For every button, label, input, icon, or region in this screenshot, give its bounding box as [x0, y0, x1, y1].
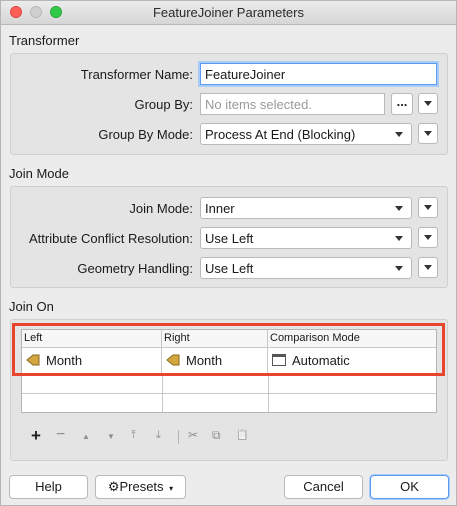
copy-icon[interactable]: ⧉	[212, 428, 221, 443]
transformer-name-label: Transformer Name:	[80, 67, 193, 82]
group-by-browse-button[interactable]: ...	[391, 93, 413, 115]
cancel-button[interactable]: Cancel	[284, 475, 363, 499]
group-by-mode-value: Process At End (Blocking)	[205, 127, 356, 142]
column-divider	[162, 374, 163, 412]
group-by-menu-button[interactable]	[418, 93, 438, 114]
geometry-handling-value: Use Left	[205, 261, 254, 276]
attribute-conflict-value: Use Left	[205, 231, 254, 246]
presets-button[interactable]: ⚙Presets ▾	[95, 475, 186, 499]
geometry-handling-label: Geometry Handling:	[77, 261, 193, 276]
chevron-down-icon	[395, 266, 403, 271]
attribute-conflict-label: Attribute Conflict Resolution:	[28, 231, 193, 246]
join-mode-section-title: Join Mode	[9, 166, 69, 181]
toolbar-separator	[178, 430, 179, 444]
presets-label: Presets	[119, 479, 164, 494]
title-bar: FeatureJoiner Parameters	[1, 1, 456, 25]
chevron-down-icon	[424, 265, 432, 270]
move-to-top-icon[interactable]: ⤒	[131, 429, 136, 442]
group-by-label: Group By:	[134, 97, 193, 112]
transformer-name-input[interactable]: FeatureJoiner	[200, 63, 437, 85]
group-by-mode-label: Group By Mode:	[98, 127, 193, 142]
highlight-box	[12, 323, 445, 376]
join-mode-label: Join Mode:	[129, 201, 193, 216]
group-by-mode-select[interactable]: Process At End (Blocking)	[200, 123, 412, 145]
group-by-input[interactable]: No items selected.	[200, 93, 385, 115]
cut-icon[interactable]: ✂	[188, 428, 198, 442]
add-row-icon[interactable]: +	[31, 426, 41, 446]
chevron-down-icon	[395, 206, 403, 211]
join-mode-menu-button[interactable]	[418, 197, 438, 218]
paste-icon[interactable]: 📋	[236, 430, 248, 441]
move-down-icon[interactable]: ▼	[107, 432, 115, 441]
help-button[interactable]: Help	[9, 475, 88, 499]
join-on-section-title: Join On	[9, 299, 54, 314]
ok-button[interactable]: OK	[370, 475, 449, 499]
attribute-conflict-menu-button[interactable]	[418, 227, 438, 248]
empty-table-row[interactable]	[22, 374, 436, 394]
move-up-icon[interactable]: ▲	[82, 432, 90, 441]
chevron-down-icon	[395, 236, 403, 241]
window-title: FeatureJoiner Parameters	[152, 5, 304, 20]
group-by-mode-menu-button[interactable]	[418, 123, 438, 144]
chevron-down-icon	[395, 132, 403, 137]
geometry-handling-menu-button[interactable]	[418, 257, 438, 278]
move-to-bottom-icon[interactable]: ⤓	[156, 429, 161, 442]
empty-table-row[interactable]	[22, 394, 436, 414]
chevron-down-icon	[424, 205, 432, 210]
gear-icon: ⚙	[107, 479, 120, 494]
remove-row-icon[interactable]: −	[56, 426, 65, 444]
chevron-down-icon	[424, 235, 432, 240]
chevron-down-icon: ▾	[169, 484, 174, 493]
feature-joiner-dialog: FeatureJoiner Parameters Transformer Tra…	[0, 0, 457, 506]
attribute-conflict-select[interactable]: Use Left	[200, 227, 412, 249]
geometry-handling-select[interactable]: Use Left	[200, 257, 412, 279]
chevron-down-icon	[424, 101, 432, 106]
column-divider	[268, 374, 269, 412]
transformer-section-title: Transformer	[9, 33, 80, 48]
join-mode-value: Inner	[205, 201, 235, 216]
join-mode-select[interactable]: Inner	[200, 197, 412, 219]
chevron-down-icon	[424, 131, 432, 136]
